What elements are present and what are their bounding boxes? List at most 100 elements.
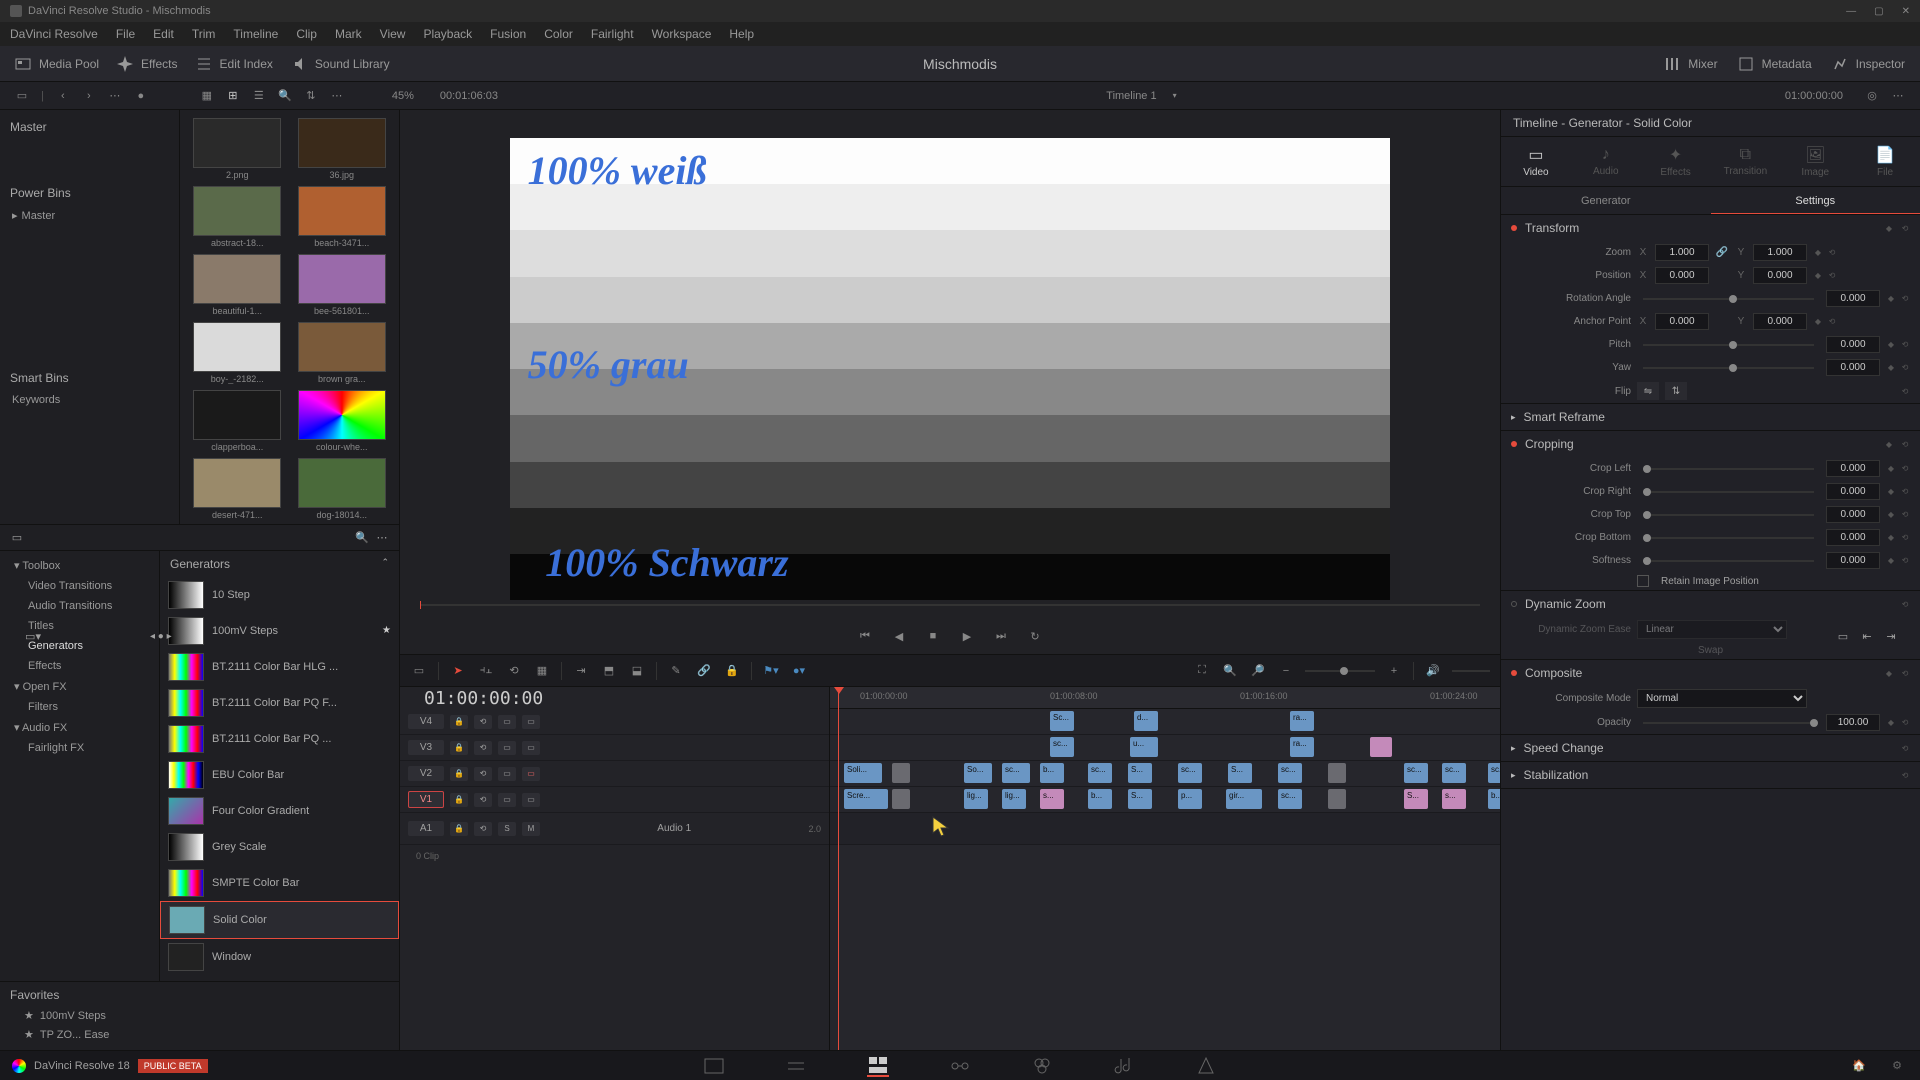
menu-file[interactable]: File	[116, 27, 135, 41]
composite-mode-select[interactable]: Normal	[1637, 689, 1807, 708]
insp-tab-video[interactable]: ▭Video	[1501, 137, 1571, 186]
close-icon[interactable]: ✕	[1902, 6, 1910, 17]
timeline-dropdown-icon[interactable]: ▾	[1173, 91, 1177, 100]
timeline-clip[interactable]: sc...	[1178, 763, 1202, 783]
stop-icon[interactable]: ■	[923, 626, 943, 646]
anchor-x-input[interactable]	[1655, 313, 1709, 330]
media-pool-button[interactable]: Media Pool	[15, 56, 99, 72]
marker-icon[interactable]: ●▾	[790, 662, 808, 680]
anchor-y-input[interactable]	[1753, 313, 1807, 330]
mark-prev-icon[interactable]: ◂ ● ▸	[150, 631, 172, 642]
timeline-clip[interactable]	[1328, 789, 1346, 809]
dz-swap-button[interactable]: Swap	[1698, 645, 1723, 656]
fx-tree-open-fx[interactable]: ▾ Open FX	[0, 676, 159, 697]
timeline-clip[interactable]: S...	[1228, 763, 1252, 783]
zoom-percent[interactable]: 45%	[392, 90, 414, 102]
crop-bottom-input[interactable]	[1826, 529, 1880, 546]
fx-item-four-color-gradient[interactable]: Four Color Gradient	[160, 793, 399, 829]
timeline-clip[interactable]: s...	[1040, 789, 1064, 809]
fx-item-10-step[interactable]: 10 Step	[160, 577, 399, 613]
timeline-clip[interactable]: So...	[964, 763, 992, 783]
play-icon[interactable]: ▶	[957, 626, 977, 646]
timeline-clip[interactable]	[1370, 737, 1392, 757]
fx-tree-generators[interactable]: Generators	[0, 636, 159, 656]
color-page-icon[interactable]	[1031, 1055, 1053, 1077]
razor-icon[interactable]: ✎	[667, 662, 685, 680]
retain-checkbox[interactable]	[1637, 575, 1649, 587]
record-icon[interactable]: ●	[134, 89, 148, 103]
blade-tool-icon[interactable]: ▦	[533, 662, 551, 680]
mute-icon[interactable]: M	[522, 822, 540, 836]
auto-sync-icon[interactable]: ⟲	[474, 822, 492, 836]
zoom-y-input[interactable]	[1753, 244, 1807, 261]
subtab-settings[interactable]: Settings	[1711, 187, 1920, 214]
menu-edit[interactable]: Edit	[153, 27, 174, 41]
fx-tree-audio-fx[interactable]: ▾ Audio FX	[0, 717, 159, 738]
flag-icon[interactable]: ⚑▾	[762, 662, 780, 680]
dynamic-trim-icon[interactable]: ⟲	[505, 662, 523, 680]
settings-icon[interactable]: ⚙	[1886, 1055, 1908, 1077]
transform-header[interactable]: Transform	[1525, 221, 1579, 235]
more-icon[interactable]: ⋯	[108, 89, 122, 103]
grid-view-icon[interactable]: ⊞	[226, 89, 240, 103]
crop-left-input[interactable]	[1826, 460, 1880, 477]
pos-x-input[interactable]	[1655, 267, 1709, 284]
menu-davinci-resolve[interactable]: DaVinci Resolve	[10, 27, 98, 41]
menu-trim[interactable]: Trim	[192, 27, 216, 41]
back-icon[interactable]: ‹	[56, 89, 70, 103]
fx-item-100mv-steps[interactable]: 100mV Steps★	[160, 613, 399, 649]
menu-help[interactable]: Help	[729, 27, 754, 41]
timeline-clip[interactable]: Sc...	[1050, 711, 1074, 731]
lock-track-icon[interactable]: 🔒	[450, 822, 468, 836]
track-head-v1[interactable]: V1🔒⟲▭▭	[400, 787, 829, 813]
bin-view-icon[interactable]: ▭	[15, 89, 29, 103]
scope-icon[interactable]: ◎	[1865, 89, 1879, 103]
favorite-item[interactable]: ★100mV Steps	[10, 1006, 389, 1025]
edit-page-icon[interactable]	[867, 1055, 889, 1077]
timeline-clip[interactable]: sc...	[1488, 763, 1500, 783]
zoom-in-icon[interactable]: +	[1385, 662, 1403, 680]
track-v1[interactable]: Scre...lig...lig...s...b...S...p...gir..…	[830, 787, 1500, 813]
sort-icon[interactable]: ⇅	[304, 89, 318, 103]
fx-tree-video-transitions[interactable]: Video Transitions	[0, 576, 159, 596]
stabilization-header[interactable]: Stabilization	[1524, 768, 1589, 782]
flip-h-icon[interactable]: ⇋	[1637, 382, 1659, 400]
overwrite-icon[interactable]: ⬒	[600, 662, 618, 680]
fx-item-smpte-color-bar[interactable]: SMPTE Color Bar	[160, 865, 399, 901]
zoom-x-input[interactable]	[1655, 244, 1709, 261]
bin-master[interactable]: Master	[0, 114, 179, 140]
fairlight-page-icon[interactable]	[1113, 1055, 1135, 1077]
fx-item-ebu-color-bar[interactable]: EBU Color Bar	[160, 757, 399, 793]
more2-icon[interactable]: ⋯	[330, 89, 344, 103]
fx-item-window[interactable]: Window	[160, 939, 399, 975]
edit-index-button[interactable]: Edit Index	[196, 56, 273, 72]
zoom-detail-icon[interactable]: 🔍	[1221, 662, 1239, 680]
list-view-icon[interactable]: ☰	[252, 89, 266, 103]
media-thumb[interactable]: bee-561801...	[293, 254, 392, 316]
timeline-clip[interactable]: ra...	[1290, 737, 1314, 757]
media-page-icon[interactable]	[703, 1055, 725, 1077]
menu-playback[interactable]: Playback	[423, 27, 472, 41]
fx-tree-effects[interactable]: Effects	[0, 656, 159, 676]
timeline-clip[interactable]: b...	[1088, 789, 1112, 809]
fx-collapse-icon[interactable]: ⌃	[381, 557, 389, 571]
track-a1[interactable]	[830, 813, 1500, 845]
next-frame-icon[interactable]: ⏭	[991, 626, 1011, 646]
thumb-view-icon[interactable]: ▦	[200, 89, 214, 103]
track-v3[interactable]: sc...u...ra...	[830, 735, 1500, 761]
prev-frame-icon[interactable]: ◀	[889, 626, 909, 646]
fx-tree-titles[interactable]: Titles	[0, 616, 159, 636]
timeline-tracks[interactable]: 01:00:00:0001:00:08:0001:00:16:0001:00:2…	[830, 687, 1500, 1050]
timeline-clip[interactable]: S...	[1128, 789, 1152, 809]
menu-color[interactable]: Color	[544, 27, 573, 41]
track-head-v2[interactable]: V2🔒⟲▭▭	[400, 761, 829, 787]
flip-v-icon[interactable]: ⇅	[1665, 382, 1687, 400]
smart-bins-header[interactable]: Smart Bins	[0, 365, 179, 391]
timeline-clip[interactable]: lig...	[964, 789, 988, 809]
maximize-icon[interactable]: ▢	[1874, 6, 1883, 17]
viewer-mode-icon[interactable]: ▭▾	[26, 629, 40, 643]
track-v2[interactable]: Soli...So...sc...b...sc...S...sc...S...s…	[830, 761, 1500, 787]
fx-item-grey-scale[interactable]: Grey Scale	[160, 829, 399, 865]
timeline-name[interactable]: Timeline 1	[1106, 90, 1156, 102]
link-xy-icon[interactable]: 🔗	[1715, 247, 1729, 258]
